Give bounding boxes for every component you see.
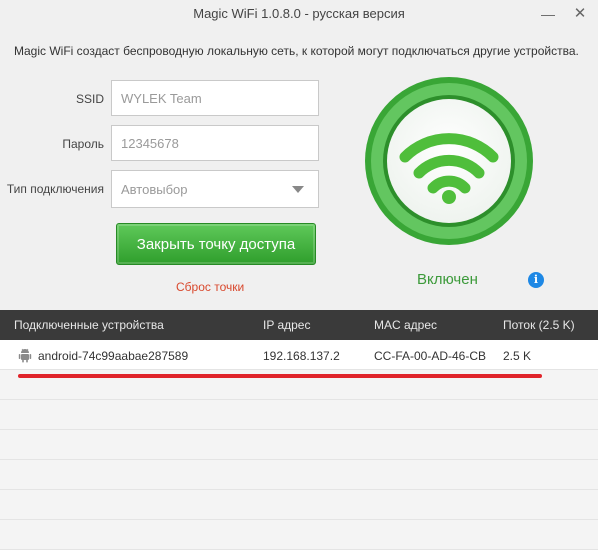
table-row-empty [0,460,598,490]
table-row-empty [0,430,598,460]
header-ip: IP адрес [263,318,311,332]
title-bar: Magic WiFi 1.0.8.0 - русская версия — ✕ [0,0,598,30]
device-name: android-74c99aabae287589 [38,349,189,363]
device-mac: CC-FA-00-AD-46-CB [374,349,487,363]
device-ip: 192.168.137.2 [263,349,340,363]
ssid-label: SSID [75,92,104,106]
close-access-point-button[interactable]: Закрыть точку доступа [116,223,316,265]
password-label: Пароль [62,137,104,151]
connection-type-value: Автовыбор [121,182,188,197]
magic-wifi-window: Magic WiFi 1.0.8.0 - русская версия — ✕ … [0,0,598,551]
close-window-button[interactable]: ✕ [568,4,592,24]
header-devices: Подключенные устройства [14,318,164,332]
device-flow: 2.5 K [503,349,532,363]
status-toggle-button[interactable] [363,75,535,247]
devices-table: Подключенные устройства IP адрес MAC адр… [0,310,598,551]
window-title: Magic WiFi 1.0.8.0 - русская версия [193,6,405,21]
description-text: Magic WiFi создаст беспроводную локальну… [14,44,579,58]
table-row[interactable]: android-74c99aabae287589 192.168.137.2 C… [0,340,598,370]
header-mac: MAC адрес [374,318,438,332]
wifi-status-badge [365,77,533,245]
highlight-underline [18,374,542,378]
table-row-empty [0,400,598,430]
status-label: Включен [417,271,478,288]
table-row-empty [0,520,598,550]
table-header: Подключенные устройства IP адрес MAC адр… [0,310,598,340]
ssid-input[interactable] [111,80,319,116]
minimize-button[interactable]: — [536,4,560,24]
chevron-down-icon [292,186,304,193]
table-row-empty [0,490,598,520]
reset-point-link[interactable]: Сброс точки [176,280,244,294]
info-icon[interactable]: i [528,272,544,288]
android-icon [17,347,33,368]
connection-type-select[interactable]: Автовыбор [111,170,319,208]
header-flow: Поток (2.5 K) [503,318,575,332]
password-input[interactable] [111,125,319,161]
connection-type-label: Тип подключения [6,182,104,196]
